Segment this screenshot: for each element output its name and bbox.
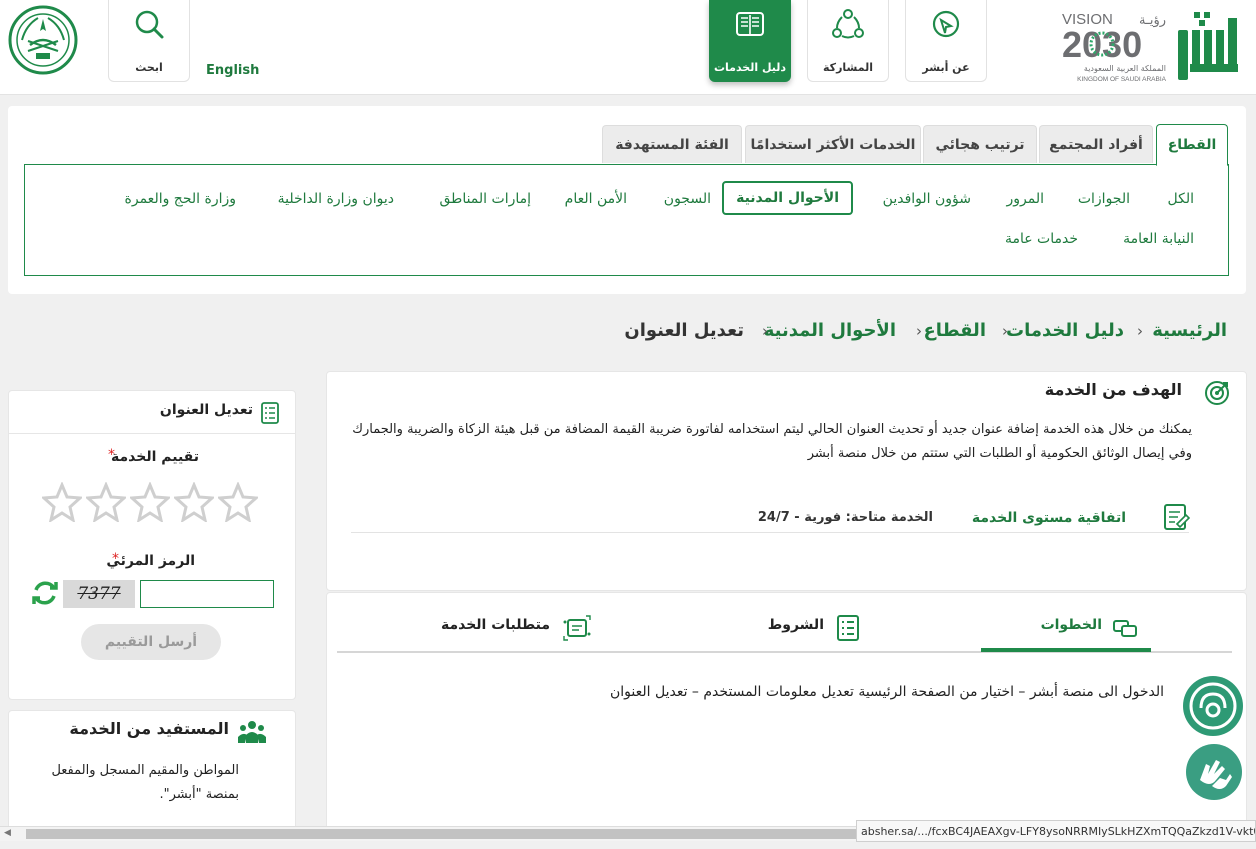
tab-alphabetical[interactable]: ترتيب هجائي — [923, 125, 1037, 163]
beneficiary-text: المواطن والمقيم المسجل والمفعل بمنصة "أب… — [51, 763, 239, 802]
required-marker: * — [112, 551, 119, 567]
tab-steps-label: الخطوات — [1040, 617, 1102, 633]
rating-star-3[interactable] — [130, 482, 170, 522]
tab-target-group[interactable]: الفئة المستهدفة — [602, 125, 742, 163]
tab-requirements[interactable]: متطلبات الخدمة — [440, 612, 600, 648]
sector-prisons[interactable]: السجون — [664, 191, 711, 207]
goal-title: الهدف من الخدمة — [1044, 380, 1182, 399]
absher-logo[interactable] — [1176, 8, 1240, 84]
svg-text:المملكة العربية السعودية: المملكة العربية السعودية — [1084, 64, 1166, 73]
rating-card-title: تعديل العنوان — [159, 402, 253, 418]
sector-general-services[interactable]: خدمات عامة — [1005, 231, 1078, 247]
tab-requirements-label: متطلبات الخدمة — [440, 617, 550, 633]
nav-services-guide[interactable]: دليل الخدمات — [709, 0, 791, 82]
chevron-left-icon: › — [762, 322, 768, 340]
steps-icon — [1113, 620, 1137, 637]
tab-conditions-label: الشروط — [767, 617, 824, 633]
search-icon — [135, 10, 164, 39]
refresh-icon[interactable] — [30, 578, 60, 608]
sign-language-button[interactable] — [1186, 744, 1242, 800]
support-chat-button[interactable] — [1183, 676, 1243, 736]
nav-about-label: عن أبشر — [922, 61, 970, 74]
sla-value: الخدمة متاحة: فورية - 24/7 — [757, 510, 933, 525]
tab-sector[interactable]: القطاع — [1156, 124, 1228, 166]
sector-traffic[interactable]: المرور — [1007, 191, 1045, 207]
goal-text: يمكنك من خلال هذه الخدمة إضافة عنوان جدي… — [352, 422, 1192, 461]
search-label: ابحث — [135, 61, 163, 74]
active-tab-indicator — [981, 648, 1151, 652]
sector-all[interactable]: الكل — [1168, 191, 1195, 207]
submit-rating-button[interactable]: أرسل التقييم — [81, 624, 221, 660]
beneficiary-title: المستفيد من الخدمة — [69, 719, 229, 738]
svg-text:2030: 2030 — [1062, 24, 1142, 65]
book-icon — [736, 12, 764, 36]
tab-community-members[interactable]: أفراد المجتمع — [1039, 125, 1153, 163]
chevron-left-icon: › — [1137, 322, 1143, 340]
headset-icon — [1189, 682, 1237, 730]
language-switch-link[interactable]: English — [206, 63, 259, 78]
nav-about-absher[interactable]: عن أبشر — [905, 0, 987, 82]
rating-star-2[interactable] — [174, 482, 214, 522]
vision-2030-logo: VISION رؤيـة 2030 المملكة العربية السعود… — [1062, 8, 1168, 84]
search-button[interactable]: ابحث — [108, 0, 190, 82]
tab-most-used[interactable]: الخدمات الأكثر استخدامًا — [745, 125, 921, 163]
nav-participation[interactable]: المشاركة — [807, 0, 889, 82]
nav-services-guide-label: دليل الخدمات — [713, 61, 787, 74]
sector-passports[interactable]: الجوازات — [1078, 191, 1130, 207]
checklist-icon — [261, 402, 279, 424]
scroll-left-arrow-icon[interactable]: ◀ — [4, 828, 11, 838]
service-goal-card: الهدف من الخدمة يمكنك من خلال هذه الخدمة… — [326, 371, 1247, 591]
rating-star-4[interactable] — [86, 482, 126, 522]
rating-star-1[interactable] — [218, 482, 258, 522]
requirements-icon — [563, 615, 591, 641]
captcha-image: 7377 — [63, 580, 135, 608]
breadcrumb-current: تعديل العنوان — [624, 320, 744, 341]
absher-logo-icon — [932, 10, 960, 38]
breadcrumb-sector[interactable]: القطاع — [924, 320, 986, 341]
beneficiary-card: المستفيد من الخدمة المواطن والمقيم المسج… — [8, 710, 296, 830]
breadcrumb-home[interactable]: الرئيسية — [1152, 320, 1227, 341]
people-group-icon — [238, 721, 266, 743]
divider — [9, 433, 295, 434]
breadcrumb: الرئيسية › دليل الخدمات › القطاع › الأحو… — [8, 306, 1254, 358]
rating-star-5[interactable] — [42, 482, 82, 522]
nav-participation-label: المشاركة — [823, 61, 873, 74]
tab-conditions[interactable]: الشروط — [760, 612, 870, 648]
svg-text:KINGDOM OF SAUDI ARABIA: KINGDOM OF SAUDI ARABIA — [1077, 76, 1167, 83]
target-icon — [1205, 381, 1229, 405]
moi-emblem-logo[interactable] — [8, 5, 78, 75]
contract-icon — [1164, 504, 1190, 530]
sector-public-security[interactable]: الأمن العام — [565, 191, 627, 207]
sector-expatriates[interactable]: شؤون الوافدين — [883, 191, 971, 207]
breadcrumb-civil-affairs[interactable]: الأحوال المدنية — [764, 320, 896, 341]
svg-text:رؤيـة: رؤيـة — [1139, 13, 1166, 28]
sector-hajj-umrah[interactable]: وزارة الحج والعمرة — [125, 191, 236, 207]
sector-public-prosecution[interactable]: النيابة العامة — [1123, 231, 1194, 247]
captcha-input[interactable] — [140, 580, 274, 608]
sector-civil-affairs[interactable]: الأحوال المدنية — [722, 181, 853, 215]
tab-steps[interactable]: الخطوات — [980, 612, 1150, 648]
status-bar-url: absher.sa/.../fcxBC4JAEAXgv-LFY8ysoNRRMI… — [856, 820, 1256, 842]
rate-label: تقييم الخدمة — [110, 449, 199, 465]
chevron-left-icon: › — [1002, 322, 1008, 340]
sector-moi-diwan[interactable]: ديوان وزارة الداخلية — [278, 191, 394, 207]
site-header: ابحث English دليل الخدمات المشاركة عن أب… — [0, 0, 1256, 95]
captcha-label: الرمز المرئي — [106, 553, 195, 569]
checklist-icon — [837, 615, 859, 641]
sign-language-icon — [1200, 760, 1232, 789]
chevron-left-icon: › — [916, 322, 922, 340]
steps-text: الدخول الى منصة أبشر – اختيار من الصفحة … — [610, 684, 1164, 700]
category-panel: القطاع أفراد المجتمع ترتيب هجائي الخدمات… — [8, 106, 1246, 294]
divider — [351, 532, 1189, 533]
share-network-icon — [832, 9, 864, 39]
breadcrumb-services-guide[interactable]: دليل الخدمات — [1006, 320, 1124, 341]
required-marker: * — [108, 447, 115, 463]
sla-label: اتفاقية مستوى الخدمة — [971, 510, 1126, 526]
sector-regional-emirates[interactable]: إمارات المناطق — [440, 191, 532, 207]
sector-list: الكل الجوازات المرور شؤون الوافدين الأحو… — [24, 164, 1229, 276]
